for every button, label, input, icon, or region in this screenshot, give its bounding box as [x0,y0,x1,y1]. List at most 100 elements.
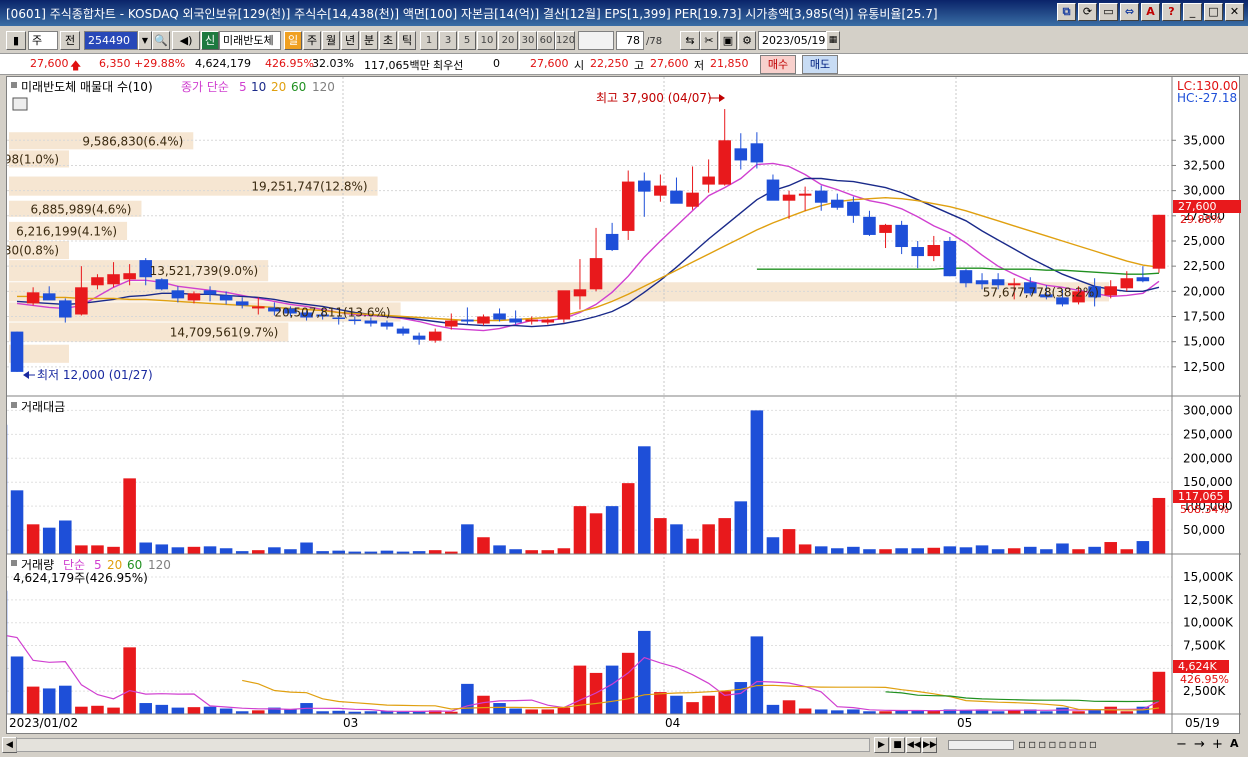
step-back-icon[interactable]: ◀◀ [906,737,921,753]
period-day[interactable]: 일 [284,31,302,50]
best-price: 27,600 [530,57,569,70]
low-label: 저 [694,59,705,72]
high-arrow-icon [719,94,725,102]
chart-toolbar: ▮ 주 전 254490 ▼ 🔍 ◀) 신 미래반도체 일 주 월 년 분 초 … [0,28,1248,52]
interval-20[interactable]: 20 [498,31,518,50]
amount-bar [638,446,651,554]
zoom-controls-icon[interactable]: ▫▫▫▫▫▫▫▫ [1018,737,1099,751]
period-minute[interactable]: 분 [360,31,378,50]
amount-bar [332,550,345,554]
panel-marker-icon [11,560,17,566]
period-select[interactable]: 주 [28,31,58,50]
interval-1[interactable]: 1 [420,31,438,50]
amount-bar [557,548,571,554]
zoom-in-icon[interactable]: + [1212,737,1223,752]
buy-button[interactable]: 매수 [760,55,796,74]
period-month[interactable]: 월 [322,31,340,50]
high-price: 27,600 [650,57,689,70]
tools-icon[interactable]: ✂ [700,31,718,50]
volume-bar [621,652,635,714]
x-tick-may: 05 [957,716,972,730]
sell-button[interactable]: 매도 [802,55,838,74]
count-input[interactable]: 78 [616,31,644,50]
settings-icon[interactable]: ⚙ [738,31,756,50]
arrow-icon[interactable]: ⇆ [680,31,700,50]
candle-body [445,320,458,327]
period-second[interactable]: 초 [379,31,397,50]
save-icon[interactable]: ▣ [719,31,737,50]
amount-bar [654,518,667,554]
volume-bar [59,685,72,714]
scroll-right-icon[interactable]: → [1194,737,1205,752]
horizontal-scrollbar[interactable] [16,738,870,752]
help-icon[interactable]: ? [1162,3,1181,21]
candle-body [203,290,217,295]
x-tick-start: 2023/01/02 [9,716,78,730]
font-icon[interactable]: A [1141,3,1160,21]
ma60-line [756,267,1160,275]
date-input[interactable]: 2023/05/19 [758,31,828,50]
vol-legend-120: 120 [148,558,171,572]
step-forward-icon[interactable]: ▶▶ [922,737,937,753]
stop-icon[interactable]: ■ [890,737,905,753]
amount-panel-title: 거래대금 [21,400,65,414]
refresh-icon[interactable]: ⟳ [1078,3,1097,21]
candle-body [605,233,619,251]
volume-tick-label: 10,000K [1183,616,1234,630]
interval-5[interactable]: 5 [458,31,476,50]
chart-area[interactable]: 9,586,830(6.4%) 1,451,998(1.0%) 19,251,747… [0,76,1241,735]
custom-interval-input[interactable] [578,31,614,50]
maximize-icon[interactable]: □ [1204,3,1223,21]
amount-bar [1136,541,1150,554]
interval-120[interactable]: 120 [555,31,575,50]
amount-bar [10,490,24,554]
hc-label: HC:-27.18 [1177,91,1237,105]
interval-10[interactable]: 10 [477,31,497,50]
candle-body [26,292,40,304]
candle-body [123,273,136,280]
window-icon[interactable]: ▭ [1099,3,1118,21]
amount-bar [718,518,731,554]
scroll-left-icon[interactable]: ◀ [2,737,17,753]
candle-body [734,148,748,161]
split-icon[interactable]: ⇔ [1120,3,1139,21]
amount-bar [26,524,40,554]
chart-type-icon[interactable]: ▮ [6,31,26,50]
sound-icon[interactable]: ◀) [172,31,200,50]
amount-bar [895,548,908,554]
calendar-icon[interactable]: ▦ [826,31,840,50]
close-icon[interactable]: ✕ [1225,3,1244,21]
candle-body [380,322,394,327]
stock-code-input[interactable]: 254490 [84,31,138,50]
interval-3[interactable]: 3 [439,31,457,50]
stock-name-field[interactable]: 미래반도체 [219,31,281,50]
play-icon[interactable]: ▶ [874,737,889,753]
volume-bar [252,710,265,714]
candle-body [798,193,812,196]
chart-svg[interactable]: 9,586,830(6.4%) 1,451,998(1.0%) 19,251,747… [0,77,1241,735]
interval-30[interactable]: 30 [519,31,537,50]
amount-bar [621,483,635,554]
search-icon[interactable]: 🔍 [152,31,170,50]
period-year[interactable]: 년 [341,31,359,50]
amount-last-label: 117,065 [1178,490,1224,503]
candle-body [235,301,249,306]
interval-60[interactable]: 60 [537,31,555,50]
volume-bar [493,703,506,714]
zoom-out-icon[interactable]: − [1176,737,1187,752]
panel-marker-icon [11,402,17,408]
low-arrow-icon [23,371,29,379]
ma-legend-20: 20 [271,80,286,94]
auto-scale-icon[interactable]: A [1230,737,1239,750]
volume-profile-label: 19,251,747(12.8%) [251,180,367,194]
tile-icon[interactable]: ⧉ [1057,3,1076,21]
grid-toggle-icon[interactable] [12,97,28,111]
volume-bars [0,590,1166,714]
period-week[interactable]: 주 [303,31,321,50]
period-tick[interactable]: 틱 [398,31,416,50]
all-button[interactable]: 전 [60,31,80,50]
code-dropdown-icon[interactable]: ▼ [138,31,152,50]
zoom-slider[interactable] [948,740,1014,750]
minimize-icon[interactable]: _ [1183,3,1202,21]
price-tick-label: 30,000 [1183,184,1225,198]
